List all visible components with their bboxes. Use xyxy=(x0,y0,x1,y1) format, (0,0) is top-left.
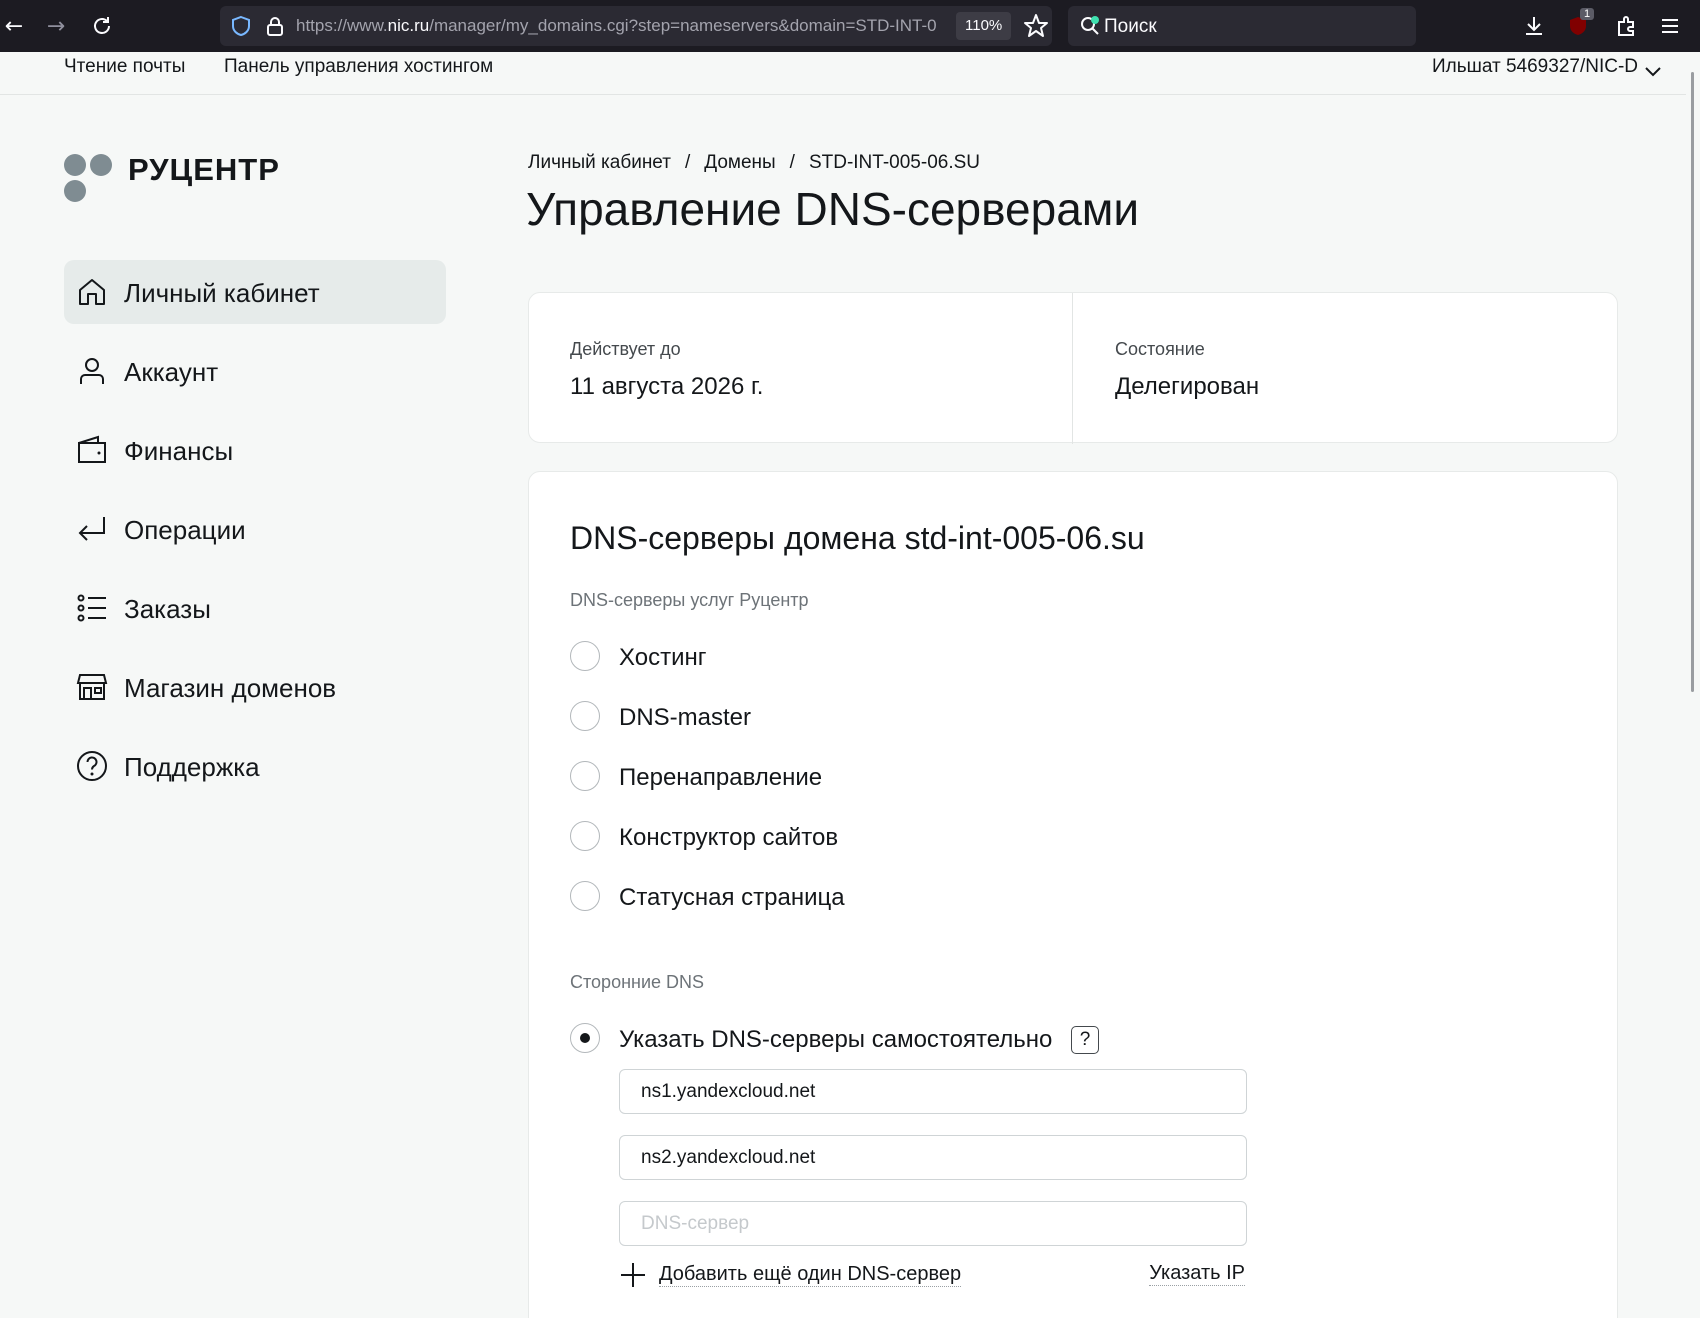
breadcrumb-current: STD-INT-005-06.SU xyxy=(808,152,980,173)
breadcrumb-separator: / xyxy=(789,152,795,173)
domain-info-card: Действует до 11 августа 2026 г. Состояни… xyxy=(528,292,1618,444)
forward-icon[interactable]: → xyxy=(40,10,72,42)
menu-icon[interactable] xyxy=(1654,10,1686,42)
shop-icon xyxy=(76,674,108,700)
logo-dot xyxy=(90,154,112,176)
breadcrumb: Личный кабинет / Домены / STD-INT-005-06.SU xyxy=(528,152,980,174)
option-custom-dns-label[interactable]: Указать DNS-серверы самостоятельно xyxy=(619,1026,1052,1054)
option-status-page-label[interactable]: Статусная страница xyxy=(619,884,845,912)
sidebar-item-cabinet[interactable]: Личный кабинет xyxy=(64,260,446,324)
chevron-down-icon[interactable] xyxy=(1642,60,1664,82)
sidebar-item-label: Финансы xyxy=(124,436,234,466)
page-title: Управление DNS-серверами xyxy=(526,183,1140,235)
valid-until-value: 11 августа 2026 г. xyxy=(570,373,764,400)
ublock-extension-icon[interactable]: 1 xyxy=(1562,8,1595,42)
dns-server-input-3[interactable] xyxy=(619,1201,1247,1246)
add-dns-server-button[interactable]: Добавить ещё один DNS-сервер xyxy=(619,1260,962,1290)
sidebar-item-orders[interactable]: Заказы xyxy=(64,576,446,640)
option-dns-master-label[interactable]: DNS-master xyxy=(619,704,751,732)
browser-toolbar: ← → https://www.nic.ru/manager/my_domain… xyxy=(0,0,1700,52)
logo[interactable]: РУЦЕНТР xyxy=(64,152,324,204)
back-icon[interactable]: ← xyxy=(0,10,30,42)
sidebar: Личный кабинет Аккаунт Финансы Операции … xyxy=(64,260,446,813)
help-button[interactable]: ? xyxy=(1071,1026,1099,1054)
radio-hosting[interactable] xyxy=(570,641,600,671)
address-bar[interactable]: https://www.nic.ru/manager/my_domains.cg… xyxy=(220,6,1052,46)
sidebar-item-label: Операции xyxy=(124,515,246,545)
sidebar-item-account[interactable]: Аккаунт xyxy=(64,339,446,403)
option-redirect-label[interactable]: Перенаправление xyxy=(619,764,822,792)
radio-status-page[interactable] xyxy=(570,881,600,911)
scrollbar-thumb[interactable] xyxy=(1691,72,1694,692)
wallet-icon xyxy=(78,435,106,463)
search-icon xyxy=(1081,16,1099,35)
download-icon[interactable] xyxy=(1518,10,1550,42)
list-icon xyxy=(77,594,106,622)
shield-icon[interactable] xyxy=(230,15,252,37)
logo-dot xyxy=(64,154,86,176)
help-circle-icon xyxy=(77,751,107,781)
user-account-menu[interactable]: Ильшат 5469327/NIC-D xyxy=(1432,56,1638,78)
zoom-level[interactable]: 110% xyxy=(956,12,1012,40)
option-site-builder-label[interactable]: Конструктор сайтов xyxy=(619,824,838,852)
radio-custom-dns[interactable] xyxy=(570,1023,600,1053)
add-dns-server-label: Добавить ещё один DNS-сервер xyxy=(659,1263,962,1287)
sidebar-item-finance[interactable]: Финансы xyxy=(64,418,446,482)
sidebar-item-label: Магазин доменов xyxy=(124,673,337,703)
sidebar-item-operations[interactable]: Операции xyxy=(64,497,446,561)
status-label: Состояние xyxy=(1115,339,1205,359)
sidebar-item-support[interactable]: Поддержка xyxy=(64,734,446,798)
specify-ip-link[interactable]: Указать IP xyxy=(1149,1262,1245,1286)
bookmark-star-icon[interactable] xyxy=(1020,10,1052,42)
top-nav: Чтение почты Панель управления хостингом… xyxy=(0,52,1686,95)
reload-icon[interactable] xyxy=(86,10,118,42)
page-scrollbar[interactable] xyxy=(1686,52,1700,1318)
sidebar-item-label: Личный кабинет xyxy=(124,278,320,308)
dns-server-input-1[interactable] xyxy=(619,1069,1247,1114)
breadcrumb-domains[interactable]: Домены xyxy=(704,152,775,173)
status-value: Делегирован xyxy=(1115,373,1260,400)
hosting-panel-link[interactable]: Панель управления хостингом xyxy=(224,56,493,78)
radio-dns-master[interactable] xyxy=(570,701,600,731)
user-icon xyxy=(80,358,104,384)
sidebar-item-label: Поддержка xyxy=(124,752,260,782)
mail-link[interactable]: Чтение почты xyxy=(64,56,185,78)
divider xyxy=(1072,293,1073,444)
sidebar-item-label: Аккаунт xyxy=(124,357,219,387)
search-placeholder: Поиск xyxy=(1104,16,1157,37)
home-icon xyxy=(79,279,105,305)
valid-until-label: Действует до xyxy=(570,339,681,359)
logo-dot xyxy=(64,180,86,202)
option-hosting-label[interactable]: Хостинг xyxy=(619,644,707,672)
logo-text: РУЦЕНТР xyxy=(128,152,280,187)
radio-site-builder[interactable] xyxy=(570,821,600,851)
sidebar-item-domain-shop[interactable]: Магазин доменов xyxy=(64,655,446,719)
search-bar[interactable]: Поиск xyxy=(1068,6,1416,46)
ru-section-label: DNS-серверы услуг Руцентр xyxy=(570,590,809,610)
sidebar-item-label: Заказы xyxy=(124,594,211,624)
third-party-section-label: Сторонние DNS xyxy=(570,972,705,992)
dns-server-input-2[interactable] xyxy=(619,1135,1247,1180)
return-arrow-icon xyxy=(78,517,105,541)
breadcrumb-cabinet[interactable]: Личный кабинет xyxy=(528,152,671,173)
dns-servers-card: DNS-серверы домена std-int-005-06.su DNS… xyxy=(528,471,1618,1318)
radio-redirect[interactable] xyxy=(570,761,600,791)
dns-card-title: DNS-серверы домена std-int-005-06.su xyxy=(570,520,1145,556)
plus-icon xyxy=(619,1261,647,1289)
extensions-puzzle-icon[interactable] xyxy=(1610,10,1642,42)
breadcrumb-separator: / xyxy=(684,152,691,173)
lock-icon[interactable] xyxy=(264,15,286,37)
extension-badge: 1 xyxy=(1580,8,1595,20)
